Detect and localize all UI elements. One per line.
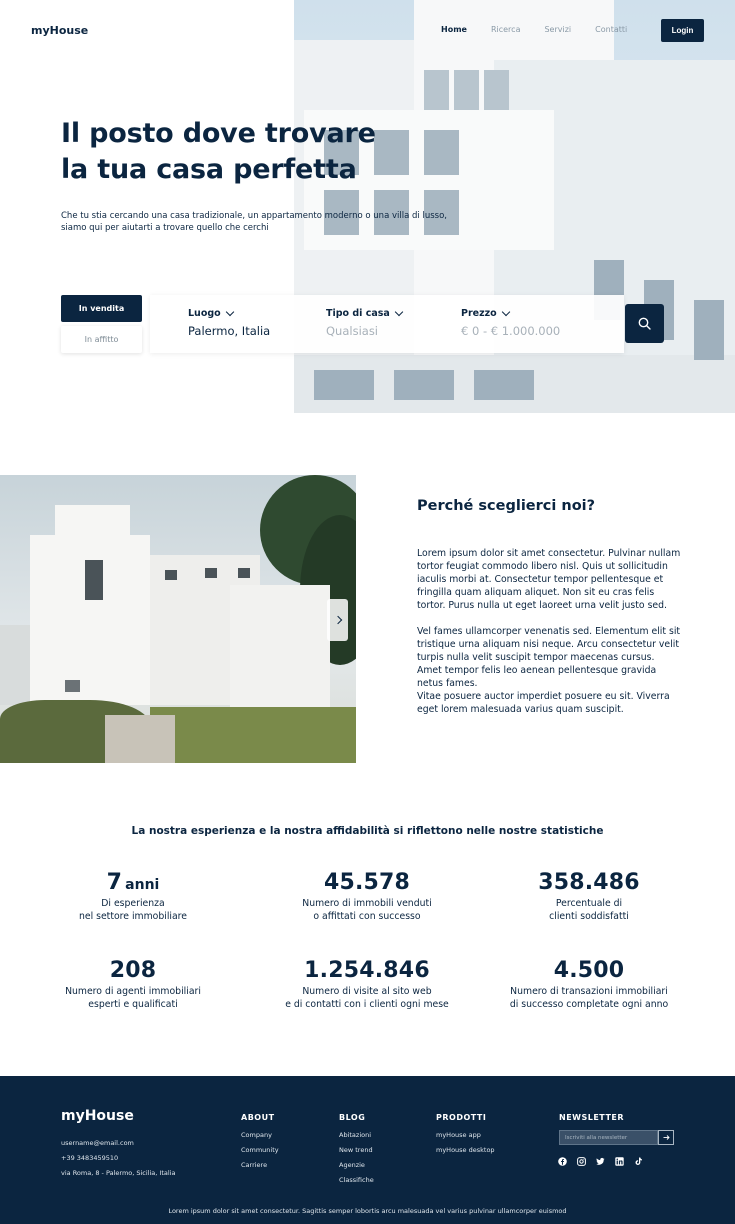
price-value: € 0 - € 1.000.000 xyxy=(461,324,561,338)
footer-link[interactable]: Carriere xyxy=(241,1158,279,1173)
chevron-down-icon xyxy=(501,307,510,317)
instagram-icon[interactable] xyxy=(577,1157,586,1166)
stat-value: 208 xyxy=(109,958,157,983)
stat-desc-line2: nel settore immobiliare xyxy=(78,911,188,922)
nav-home[interactable]: Home xyxy=(441,25,467,34)
stat-desc-line1: Percentuale di xyxy=(555,898,623,909)
hero-subtitle-line1: Che tu stia cercando una casa tradiziona… xyxy=(61,211,447,221)
why-title: Perché sceglierci noi? xyxy=(417,498,596,514)
why-paragraph-3: Vitae posuere auctor imperdiet posuere e… xyxy=(417,691,670,715)
footer-link[interactable]: Company xyxy=(241,1128,279,1143)
arrow-right-icon xyxy=(663,1135,670,1140)
hero-title-line2: la tua casa perfetta xyxy=(61,154,357,185)
footer-email[interactable]: username@email.com xyxy=(61,1136,175,1151)
stat-desc-line2: esperti e qualificati xyxy=(88,999,178,1010)
hero-title: Il posto dove trovare la tua casa perfet… xyxy=(61,116,376,188)
slider-next-button[interactable] xyxy=(327,599,348,641)
search-bar: Luogo Palermo, Italia Tipo di casa Quals… xyxy=(150,295,624,353)
footer-link[interactable]: Agenzie xyxy=(339,1158,374,1173)
type-value: Qualsiasi xyxy=(326,324,379,338)
stat-item: 45.578 Numero di immobili venduti o affit… xyxy=(247,870,487,923)
footer-blog-column: BLOG Abitazioni New trend Agenzie Classi… xyxy=(339,1113,374,1188)
stat-value: 45.578 xyxy=(323,870,411,895)
main-nav: Home Ricerca Servizi Contatti xyxy=(441,25,651,34)
why-house-image xyxy=(0,475,356,763)
footer-link[interactable]: Abitazioni xyxy=(339,1128,374,1143)
footer-link[interactable]: Classifiche xyxy=(339,1173,374,1188)
stat-desc-line2: clienti soddisfatti xyxy=(549,911,629,922)
stat-desc-line2: o affittati con successo xyxy=(313,911,421,922)
stat-item: 208 Numero di agenti immobiliari esperti … xyxy=(13,958,253,1011)
stat-desc-line1: Numero di visite al sito web xyxy=(302,986,432,997)
stat-desc-line1: Numero di agenti immobiliari xyxy=(65,986,201,997)
footer-logo[interactable]: myHouse xyxy=(61,1108,134,1124)
price-dropdown[interactable]: Prezzo € 0 - € 1.000.000 xyxy=(461,307,561,338)
why-paragraph-1: Lorem ipsum dolor sit amet consectetur. … xyxy=(417,548,681,611)
footer-link[interactable]: New trend xyxy=(339,1143,374,1158)
footer-newsletter-heading: NEWSLETTER xyxy=(559,1113,625,1122)
why-paragraph-2: Vel fames ullamcorper venenatis sed. Ele… xyxy=(417,626,681,689)
tab-in-vendita[interactable]: In vendita xyxy=(61,295,142,322)
stat-desc-line1: Di esperienza xyxy=(101,898,165,909)
tiktok-icon[interactable] xyxy=(634,1157,643,1166)
stat-desc-line2: di successo completate ogni anno xyxy=(509,999,669,1010)
stat-value: 7 xyxy=(106,870,123,895)
linkedin-icon[interactable] xyxy=(615,1157,624,1166)
why-text: Lorem ipsum dolor sit amet consectetur. … xyxy=(417,547,682,729)
type-label: Tipo di casa xyxy=(326,308,390,319)
facebook-icon[interactable] xyxy=(558,1157,567,1166)
tab-in-affitto[interactable]: In affitto xyxy=(61,326,142,353)
nav-contatti[interactable]: Contatti xyxy=(595,25,627,34)
hero-title-line1: Il posto dove trovare xyxy=(61,118,376,149)
stat-desc-line1: Numero di immobili venduti xyxy=(302,898,432,909)
stat-value: 1.254.846 xyxy=(304,958,430,983)
price-label: Prezzo xyxy=(461,308,497,319)
stat-item: 1.254.846 Numero di visite al sito web e … xyxy=(247,958,487,1011)
footer-newsletter-column: NEWSLETTER xyxy=(559,1113,624,1128)
footer-about-heading: ABOUT xyxy=(241,1113,275,1122)
stat-desc-line1: Numero di transazioni immobiliari xyxy=(510,986,668,997)
footer-bottom-text: Lorem ipsum dolor sit amet consectetur. … xyxy=(168,1207,567,1215)
stat-unit: anni xyxy=(125,877,160,893)
footer-contact: username@email.com +39 3483459510 via Ro… xyxy=(61,1136,175,1181)
stat-value: 358.486 xyxy=(538,870,640,895)
chevron-right-icon xyxy=(333,615,342,625)
footer-blog-heading: BLOG xyxy=(339,1113,366,1122)
social-links xyxy=(558,1157,643,1166)
search-icon xyxy=(638,317,651,330)
nav-servizi[interactable]: Servizi xyxy=(544,25,571,34)
chevron-down-icon xyxy=(225,307,234,317)
footer-about-column: ABOUT Company Community Carriere xyxy=(241,1113,279,1173)
type-dropdown[interactable]: Tipo di casa Qualsiasi xyxy=(326,307,404,338)
location-dropdown[interactable]: Luogo Palermo, Italia xyxy=(188,307,271,338)
footer-link[interactable]: myHouse desktop xyxy=(436,1143,495,1158)
stat-item: 358.486 Percentuale di clienti soddisfatt… xyxy=(469,870,709,923)
stats-title: La nostra esperienza e la nostra affidab… xyxy=(131,825,604,837)
location-label: Luogo xyxy=(188,308,221,319)
newsletter-input[interactable]: Iscriviti alla newsletter xyxy=(559,1130,658,1145)
stat-item: 4.500 Numero di transazioni immobiliari d… xyxy=(469,958,709,1011)
footer: myHouse username@email.com +39 348345951… xyxy=(0,1076,735,1224)
twitter-icon[interactable] xyxy=(596,1157,605,1166)
footer-address: via Roma, 8 - Palermo, Sicilia, Italia xyxy=(61,1169,176,1177)
footer-products-column: PRODOTTI myHouse app myHouse desktop xyxy=(436,1113,495,1158)
site-logo[interactable]: myHouse xyxy=(31,24,88,37)
location-value: Palermo, Italia xyxy=(188,324,271,338)
hero-subtitle-line2: siamo qui per aiutarti a trovare quello … xyxy=(61,223,269,233)
footer-link[interactable]: myHouse app xyxy=(436,1128,495,1143)
chevron-down-icon xyxy=(394,307,404,317)
search-button[interactable] xyxy=(625,304,664,343)
login-button[interactable]: Login xyxy=(661,19,704,42)
footer-phone[interactable]: +39 3483459510 xyxy=(61,1151,175,1166)
footer-link[interactable]: Community xyxy=(241,1143,279,1158)
footer-products-heading: PRODOTTI xyxy=(436,1113,487,1122)
stat-item: 7 anni Di esperienza nel settore immobilia… xyxy=(13,870,253,923)
hero-subtitle: Che tu stia cercando una casa tradiziona… xyxy=(61,210,481,234)
nav-ricerca[interactable]: Ricerca xyxy=(491,25,521,34)
newsletter-submit-button[interactable] xyxy=(658,1130,674,1145)
stat-desc-line2: e di contatti con i clienti ogni mese xyxy=(285,999,449,1010)
stat-value: 4.500 xyxy=(553,958,625,983)
